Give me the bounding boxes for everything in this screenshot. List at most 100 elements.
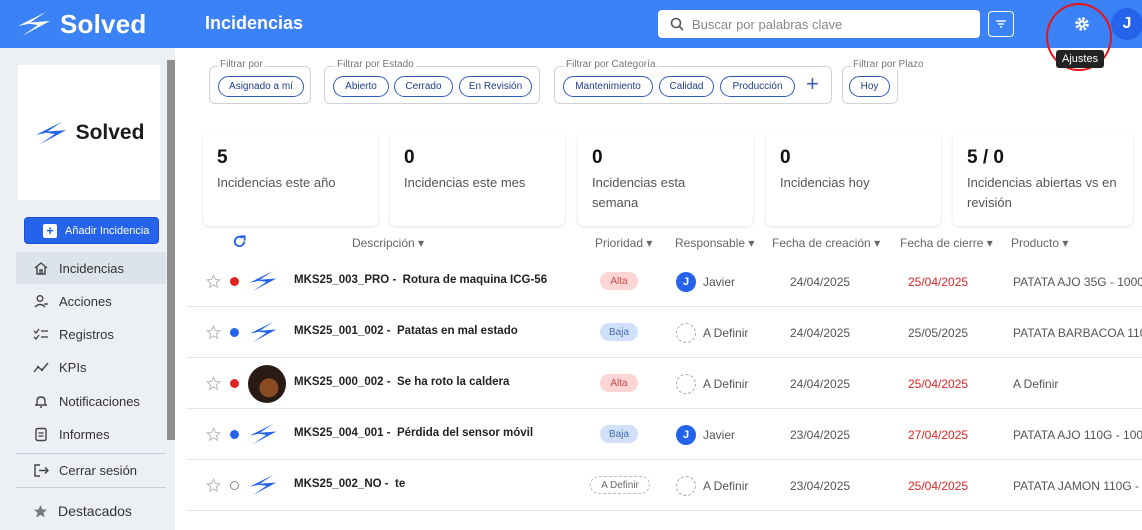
filter-button[interactable] (988, 11, 1014, 37)
product-name: PATATA AJO 110G - 1000 (1013, 428, 1142, 442)
search-box[interactable] (658, 10, 980, 38)
chip-hoy[interactable]: Hoy (849, 76, 890, 97)
sidebar-item-label: Registros (59, 326, 114, 342)
status-dot (230, 481, 239, 490)
responsible-name: Javier (703, 275, 736, 289)
user-avatar[interactable]: J (1111, 8, 1142, 40)
trend-icon (33, 362, 49, 372)
created-date: 24/04/2025 (790, 275, 851, 289)
priority-badge: Baja (600, 323, 638, 341)
incident-description[interactable]: MKS25_003_PRO - Rotura de maquina ICG-56 (294, 274, 547, 286)
chip-cerrado[interactable]: Cerrado (394, 76, 453, 97)
favorite-toggle[interactable] (205, 273, 222, 294)
add-incidence-button[interactable]: + Añadir Incidencia (24, 217, 159, 244)
brand[interactable]: Solved (0, 0, 180, 48)
checklist-icon (33, 328, 48, 340)
sidebar-scrollbar[interactable] (167, 60, 175, 440)
table-row[interactable]: MKS25_000_002 - Se ha roto la caldera Alt… (186, 358, 1142, 409)
status-dot (230, 430, 239, 439)
sidebar-item-label: Acciones (59, 293, 112, 309)
responsible-avatar: J (676, 272, 696, 292)
star-outline-icon (205, 324, 222, 340)
refresh-button[interactable] (232, 234, 247, 254)
filter-legend: Filtrar por Estado (335, 59, 416, 70)
sidebar-item-kpis[interactable]: KPIs (16, 351, 166, 383)
favorite-toggle[interactable] (205, 324, 222, 345)
sidebar-item-label: KPIs (59, 359, 87, 375)
product-name: PATATA JAMON 110G - 1 (1013, 479, 1142, 493)
sidebar-item-acciones[interactable]: Acciones (16, 285, 166, 317)
incident-description[interactable]: MKS25_001_002 - Patatas en mal estado (294, 325, 518, 337)
chip-mantenimiento[interactable]: Mantenimiento (563, 76, 653, 97)
sidebar-item-label: Informes (59, 426, 110, 442)
plus-icon: + (43, 223, 57, 238)
chip-en-revision[interactable]: En Revisión (459, 76, 532, 97)
column-header-fecha-creacion[interactable]: Fecha de creación ▾ (772, 236, 880, 250)
responsible-name: A Definir (703, 377, 749, 391)
filter-icon (996, 20, 1006, 28)
sidebar-favorites[interactable]: Destacados (16, 494, 166, 528)
filter-legend: Filtrar por Categoría (564, 59, 658, 70)
responsible-avatar: J (676, 425, 696, 445)
created-date: 23/04/2025 (790, 428, 851, 442)
top-bar: Solved Incidencias J (0, 0, 1142, 48)
stat-label: Incidencias abiertas vs en revisión (967, 175, 1117, 210)
row-logo (248, 472, 278, 503)
stat-card: 5 / 0 Incidencias abiertas vs en revisió… (953, 131, 1133, 226)
incident-photo (248, 365, 286, 403)
settings-tooltip: Ajustes (1056, 50, 1105, 68)
brand-name: Solved (60, 8, 147, 39)
search-icon (670, 17, 684, 31)
table-row[interactable]: MKS25_001_002 - Patatas en mal estado Baj… (186, 307, 1142, 358)
column-header-responsable[interactable]: Responsable ▾ (675, 236, 754, 250)
priority-badge: A Definir (590, 476, 650, 494)
sidebar-item-registros[interactable]: Registros (16, 318, 166, 350)
chip-produccion[interactable]: Producción (720, 76, 795, 97)
favorite-toggle[interactable] (205, 426, 222, 447)
stat-value: 0 (404, 147, 415, 168)
logout-button[interactable]: Cerrar sesión (16, 454, 166, 486)
chip-calidad[interactable]: Calidad (659, 76, 714, 97)
add-category-icon[interactable]: + (806, 73, 819, 95)
solved-logo-icon (249, 475, 277, 495)
row-logo (248, 268, 278, 299)
chip-abierto[interactable]: Abierto (333, 76, 389, 97)
closed-date: 27/04/2025 (908, 428, 969, 442)
row-logo (248, 421, 278, 452)
table-row[interactable]: MKS25_003_PRO - Rotura de maquina ICG-56… (186, 256, 1142, 307)
incident-description[interactable]: MKS25_002_NO - te (294, 478, 405, 490)
filter-legend: Filtrar por Plazo (851, 59, 926, 70)
column-header-prioridad[interactable]: Prioridad ▾ (595, 236, 652, 250)
stat-card: 0 Incidencias esta semana (578, 131, 753, 226)
created-date: 23/04/2025 (790, 479, 851, 493)
sidebar-item-notificaciones[interactable]: Notificaciones (16, 385, 166, 417)
star-outline-icon (205, 375, 222, 391)
logout-icon (34, 463, 49, 477)
created-date: 24/04/2025 (790, 377, 851, 391)
column-header-producto[interactable]: Producto ▾ (1011, 236, 1068, 250)
column-header-descripcion[interactable]: Descripción ▾ (352, 236, 424, 250)
incident-description[interactable]: MKS25_004_001 - Pérdida del sensor móvil (294, 427, 533, 439)
chip-asignado[interactable]: Asignado a mí (218, 76, 304, 97)
stat-label: Incidencias esta semana (592, 175, 686, 210)
sidebar-item-incidencias[interactable]: Incidencias (16, 252, 166, 284)
status-dot (230, 379, 239, 388)
search-input[interactable] (692, 16, 962, 32)
star-outline-icon (205, 477, 222, 493)
favorite-toggle[interactable] (205, 375, 222, 396)
closed-date: 25/04/2025 (908, 377, 969, 391)
table-row[interactable]: MKS25_002_NO - te A Definir A Definir 23/04… (186, 460, 1142, 511)
product-name: PATATA BARBACOA 110G (1013, 326, 1142, 340)
filter-legend: Filtrar por (218, 59, 265, 70)
table-row[interactable]: MKS25_004_001 - Pérdida del sensor móvil… (186, 409, 1142, 460)
row-logo (248, 319, 278, 350)
column-header-fecha-cierre[interactable]: Fecha de cierre ▾ (900, 236, 993, 250)
solved-logo-icon (249, 322, 277, 342)
incident-description[interactable]: MKS25_000_002 - Se ha roto la caldera (294, 376, 509, 388)
sidebar-logo-text: Solved (75, 120, 145, 144)
sidebar-item-informes[interactable]: Informes (16, 418, 166, 450)
star-icon (34, 504, 47, 517)
favorite-toggle[interactable] (205, 477, 222, 498)
created-date: 24/04/2025 (790, 326, 851, 340)
solved-logo-icon (18, 12, 50, 36)
